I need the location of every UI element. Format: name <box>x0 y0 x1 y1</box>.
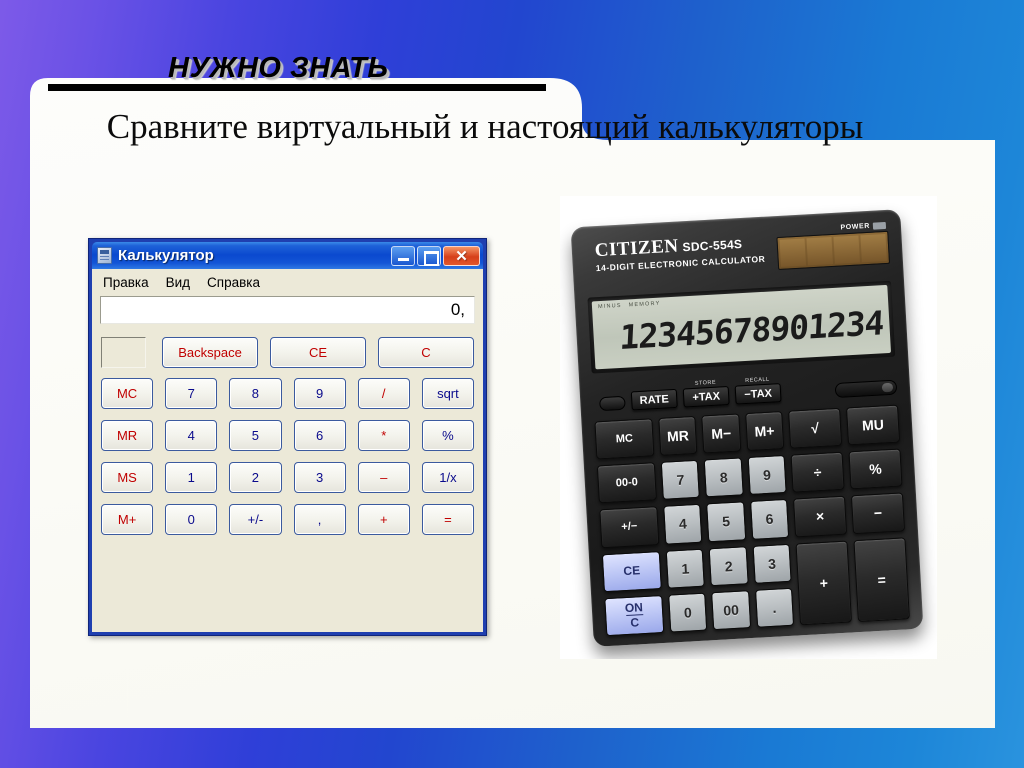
cz-key-mc[interactable]: MC <box>594 418 655 460</box>
close-button[interactable]: ✕ <box>443 245 480 266</box>
citizen-body: CITIZEN SDC-554S 14-DIGIT ELECTRONIC CALC… <box>570 209 924 647</box>
cz-key-4[interactable]: 4 <box>663 504 703 545</box>
key-8[interactable]: 8 <box>229 378 282 409</box>
slide-subtitle: Сравните виртуальный и настоящий калькул… <box>106 107 864 146</box>
decimal-mode-knob-icon[interactable] <box>599 395 626 412</box>
cz-key-ce[interactable]: CE <box>601 550 662 593</box>
key-plus[interactable]: + <box>357 504 410 535</box>
key-2[interactable]: 2 <box>229 462 282 493</box>
cz-key-5[interactable]: 5 <box>706 501 746 542</box>
key-equals[interactable]: = <box>421 504 474 535</box>
window-title-bar[interactable]: Калькулятор ✕ <box>92 242 483 269</box>
cz-key-multiply[interactable]: × <box>793 496 848 538</box>
cz-key-mu[interactable]: MU <box>845 404 901 446</box>
cz-key-6[interactable]: 6 <box>749 499 790 540</box>
key-7[interactable]: 7 <box>165 378 218 409</box>
citizen-device: CITIZEN SDC-554S 14-DIGIT ELECTRONIC CALC… <box>570 209 924 647</box>
key-sign[interactable]: +/- <box>229 504 282 535</box>
function-row: Backspace CE C <box>97 337 478 368</box>
aux-subtax-wrap: RECALL −TAX <box>734 376 782 405</box>
cz-key-sqrt[interactable]: √ <box>788 407 843 449</box>
key-9[interactable]: 9 <box>293 378 346 409</box>
add-tax-button[interactable]: +TAX <box>682 385 730 408</box>
cz-key-m-plus[interactable]: M+ <box>744 411 785 452</box>
citizen-keypad: MC MR M− M+ √ MU 00-0 7 8 9 ÷ % +/− 4 5 … <box>594 404 910 637</box>
citizen-aux-row: RATE STORE +TAX RECALL −TAX <box>592 366 898 413</box>
rate-button[interactable]: RATE <box>630 388 678 411</box>
on-label: ON <box>624 599 644 615</box>
key-reciprocal[interactable]: 1/x <box>421 462 474 493</box>
digit-round-slider-icon[interactable] <box>834 379 898 399</box>
solar-panel-icon <box>776 230 891 271</box>
cz-key-00-0[interactable]: 00-0 <box>596 462 657 504</box>
cz-key-2[interactable]: 2 <box>708 545 749 587</box>
window-title: Калькулятор <box>118 247 214 264</box>
minimize-button[interactable] <box>391 245 415 266</box>
calculator-display: 0, <box>100 296 475 324</box>
key-multiply[interactable]: * <box>357 420 410 451</box>
key-percent[interactable]: % <box>421 420 474 451</box>
c-label: C <box>629 615 640 631</box>
calculator-icon <box>97 247 112 264</box>
kicker-underline <box>48 84 546 91</box>
key-6[interactable]: 6 <box>293 420 346 451</box>
key-sqrt[interactable]: sqrt <box>421 378 474 409</box>
menu-bar[interactable]: Правка Вид Справка <box>97 272 478 295</box>
cz-key-00[interactable]: 00 <box>711 589 751 631</box>
citizen-branding: CITIZEN SDC-554S 14-DIGIT ELECTRONIC CALC… <box>584 228 778 274</box>
cz-key-3[interactable]: 3 <box>752 543 792 584</box>
citizen-solar-area: POWER <box>776 221 891 271</box>
cz-key-m-minus[interactable]: M− <box>701 413 741 454</box>
slide-kicker: НУЖНО ЗНАТЬ <box>168 52 389 84</box>
key-decimal[interactable]: , <box>293 504 346 535</box>
cz-key-point[interactable]: . <box>754 587 795 628</box>
power-chip-icon <box>872 221 887 230</box>
memory-indicator <box>101 337 146 368</box>
window-body: Правка Вид Справка 0, Backspace CE C MC … <box>92 269 483 632</box>
aux-rate-wrap: RATE <box>630 388 678 411</box>
sub-tax-button[interactable]: −TAX <box>734 383 782 405</box>
menu-item-edit[interactable]: Правка <box>103 275 149 290</box>
c-button[interactable]: C <box>378 337 474 368</box>
key-5[interactable]: 5 <box>229 420 282 451</box>
cz-key-7[interactable]: 7 <box>660 459 701 501</box>
menu-item-view[interactable]: Вид <box>166 275 190 290</box>
close-icon: ✕ <box>455 247 468 265</box>
cz-key-9[interactable]: 9 <box>747 455 787 496</box>
cz-key-equals[interactable]: = <box>853 536 910 623</box>
citizen-calculator-photo: CITIZEN SDC-554S 14-DIGIT ELECTRONIC CALC… <box>560 196 937 659</box>
cz-key-1[interactable]: 1 <box>665 548 706 589</box>
cz-key-minus[interactable]: − <box>850 492 905 534</box>
citizen-header: CITIZEN SDC-554S 14-DIGIT ELECTRONIC CALC… <box>584 221 891 291</box>
citizen-model: SDC-554S <box>682 236 743 255</box>
cz-key-sign[interactable]: +/− <box>599 506 660 548</box>
cz-key-mr[interactable]: MR <box>658 415 698 457</box>
key-divide[interactable]: / <box>357 378 410 409</box>
keypad-grid: MC 7 8 9 / sqrt MR 4 5 6 * % MS 1 2 3 – … <box>97 378 478 535</box>
key-ms[interactable]: MS <box>101 462 154 493</box>
cz-key-8[interactable]: 8 <box>704 457 744 498</box>
key-1[interactable]: 1 <box>165 462 218 493</box>
xp-calculator-window[interactable]: Калькулятор ✕ Правка Вид Справка 0, Back… <box>88 238 487 636</box>
backspace-button[interactable]: Backspace <box>162 337 258 368</box>
cz-key-percent[interactable]: % <box>848 448 903 490</box>
key-minus[interactable]: – <box>357 462 410 493</box>
key-m-plus[interactable]: M+ <box>101 504 154 535</box>
key-mc[interactable]: MC <box>101 378 154 409</box>
cz-key-on-c[interactable]: ON C <box>604 594 665 637</box>
citizen-lcd-frame: MINUS MEMORY 12345678901234 <box>587 280 896 374</box>
cz-key-plus[interactable]: + <box>795 540 853 626</box>
ce-button[interactable]: CE <box>270 337 366 368</box>
key-3[interactable]: 3 <box>293 462 346 493</box>
aux-addtax-wrap: STORE +TAX <box>682 379 730 408</box>
citizen-brand: CITIZEN <box>594 235 680 262</box>
citizen-lcd: MINUS MEMORY 12345678901234 <box>591 284 892 370</box>
key-4[interactable]: 4 <box>165 420 218 451</box>
maximize-button[interactable] <box>417 245 441 266</box>
key-mr[interactable]: MR <box>101 420 154 451</box>
cz-key-0[interactable]: 0 <box>668 592 708 633</box>
menu-item-help[interactable]: Справка <box>207 275 260 290</box>
cz-key-divide[interactable]: ÷ <box>790 451 845 493</box>
key-0[interactable]: 0 <box>165 504 218 535</box>
